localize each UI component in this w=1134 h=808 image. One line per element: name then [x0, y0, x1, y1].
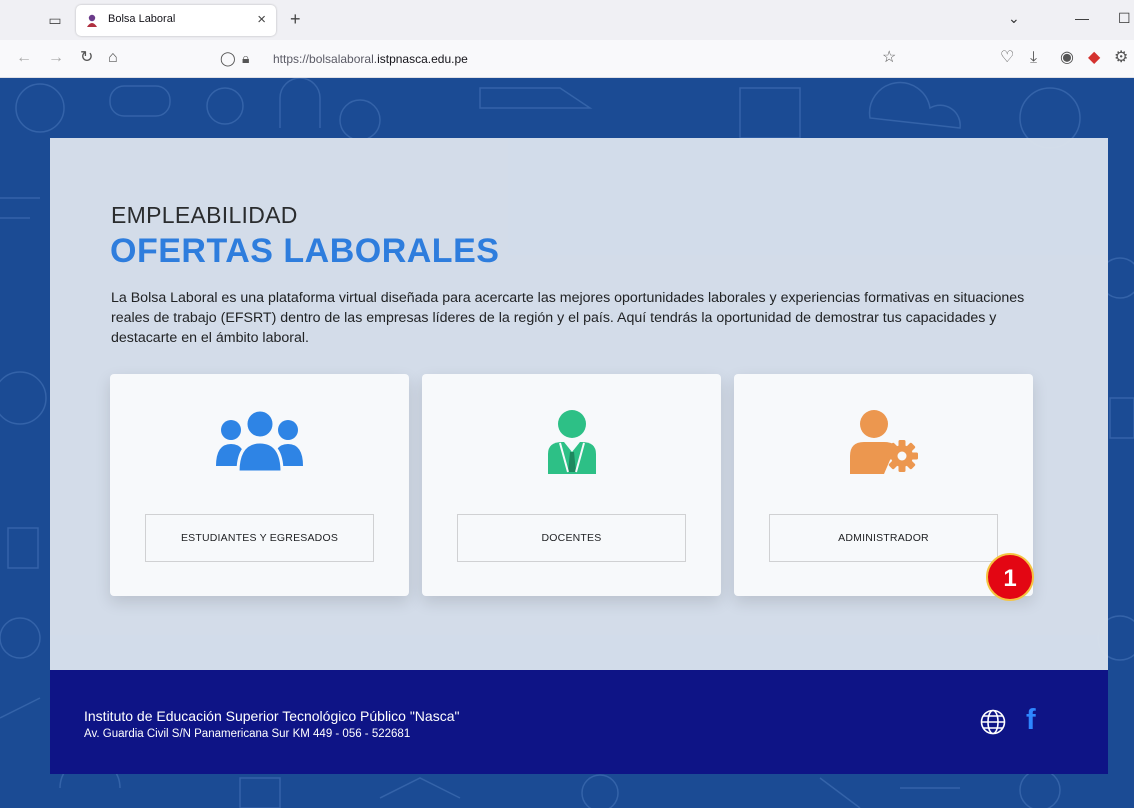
browser-tab[interactable]: Bolsa Laboral × [76, 5, 276, 36]
card-estudiantes: ESTUDIANTES Y EGRESADOS [110, 374, 409, 596]
users-group-icon [216, 410, 303, 474]
home-icon[interactable]: ⌂ [108, 49, 118, 67]
maximize-icon[interactable]: ☐ [1118, 10, 1131, 27]
back-icon[interactable]: ← [16, 49, 32, 67]
browser-tab-bar: ▭ Bolsa Laboral × + ⌄ — ☐ [0, 0, 1134, 40]
lock-icon[interactable]: 🔒︎ [242, 49, 249, 67]
new-tab-button[interactable]: + [290, 9, 301, 30]
extensions-menu-icon[interactable]: ⚙ [1114, 49, 1128, 67]
social-links: f [980, 704, 1090, 740]
globe-icon[interactable] [980, 709, 1006, 735]
account-icon[interactable]: ◉ [1060, 49, 1074, 67]
reload-icon[interactable]: ↻ [80, 49, 93, 67]
tab-title: Bolsa Laboral [108, 13, 176, 25]
bookmark-star-icon[interactable]: ☆ [882, 49, 896, 67]
institution-name: Instituto de Educación Superior Tecnológ… [84, 708, 460, 724]
list-all-tabs-icon[interactable]: ⌄ [1008, 10, 1020, 27]
facebook-icon[interactable]: f [1026, 704, 1036, 737]
shield-icon[interactable]: ◯ [220, 49, 236, 67]
site-favicon-icon [87, 14, 97, 27]
tab-list-icon[interactable]: ▭ [46, 11, 64, 29]
url-text[interactable]: https://bolsalaboral.istpnasca.edu.pe [273, 52, 468, 66]
page-title: OFERTAS LABORALES [110, 232, 500, 270]
pocket-icon[interactable]: ♡ [1000, 49, 1014, 67]
address-bar[interactable]: ◯ 🔒︎ https://bolsalaboral.istpnasca.edu.… [218, 45, 908, 73]
extension-icon[interactable]: ◆ [1088, 49, 1100, 67]
institution-address: Av. Guardia Civil S/N Panamericana Sur K… [84, 728, 411, 740]
footer: Instituto de Educación Superior Tecnológ… [50, 670, 1108, 774]
forward-icon[interactable]: → [48, 49, 64, 67]
administrador-button[interactable]: ADMINISTRADOR [769, 514, 998, 562]
section-kicker: EMPLEABILIDAD [111, 202, 298, 228]
docentes-button[interactable]: DOCENTES [457, 514, 686, 562]
card-docentes: DOCENTES [422, 374, 721, 596]
main-panel: EMPLEABILIDAD OFERTAS LABORALES La Bolsa… [50, 138, 1108, 670]
estudiantes-button[interactable]: ESTUDIANTES Y EGRESADOS [145, 514, 374, 562]
badge-number: 1 [1003, 565, 1016, 592]
downloads-icon[interactable]: ⤓ [1030, 49, 1037, 67]
teacher-icon [548, 410, 596, 474]
tab-close-icon[interactable]: × [257, 11, 266, 28]
minimize-icon[interactable]: — [1075, 10, 1089, 26]
browser-nav-bar: ← → ↻ ⌂ ◯ 🔒︎ https://bolsalaboral.istpna… [0, 40, 1134, 78]
page-viewport: EMPLEABILIDAD OFERTAS LABORALES La Bolsa… [0, 78, 1134, 808]
intro-paragraph: La Bolsa Laboral es una plataforma virtu… [111, 290, 1025, 346]
step-number-badge: 1 [986, 553, 1034, 601]
admin-gear-icon [850, 410, 918, 474]
